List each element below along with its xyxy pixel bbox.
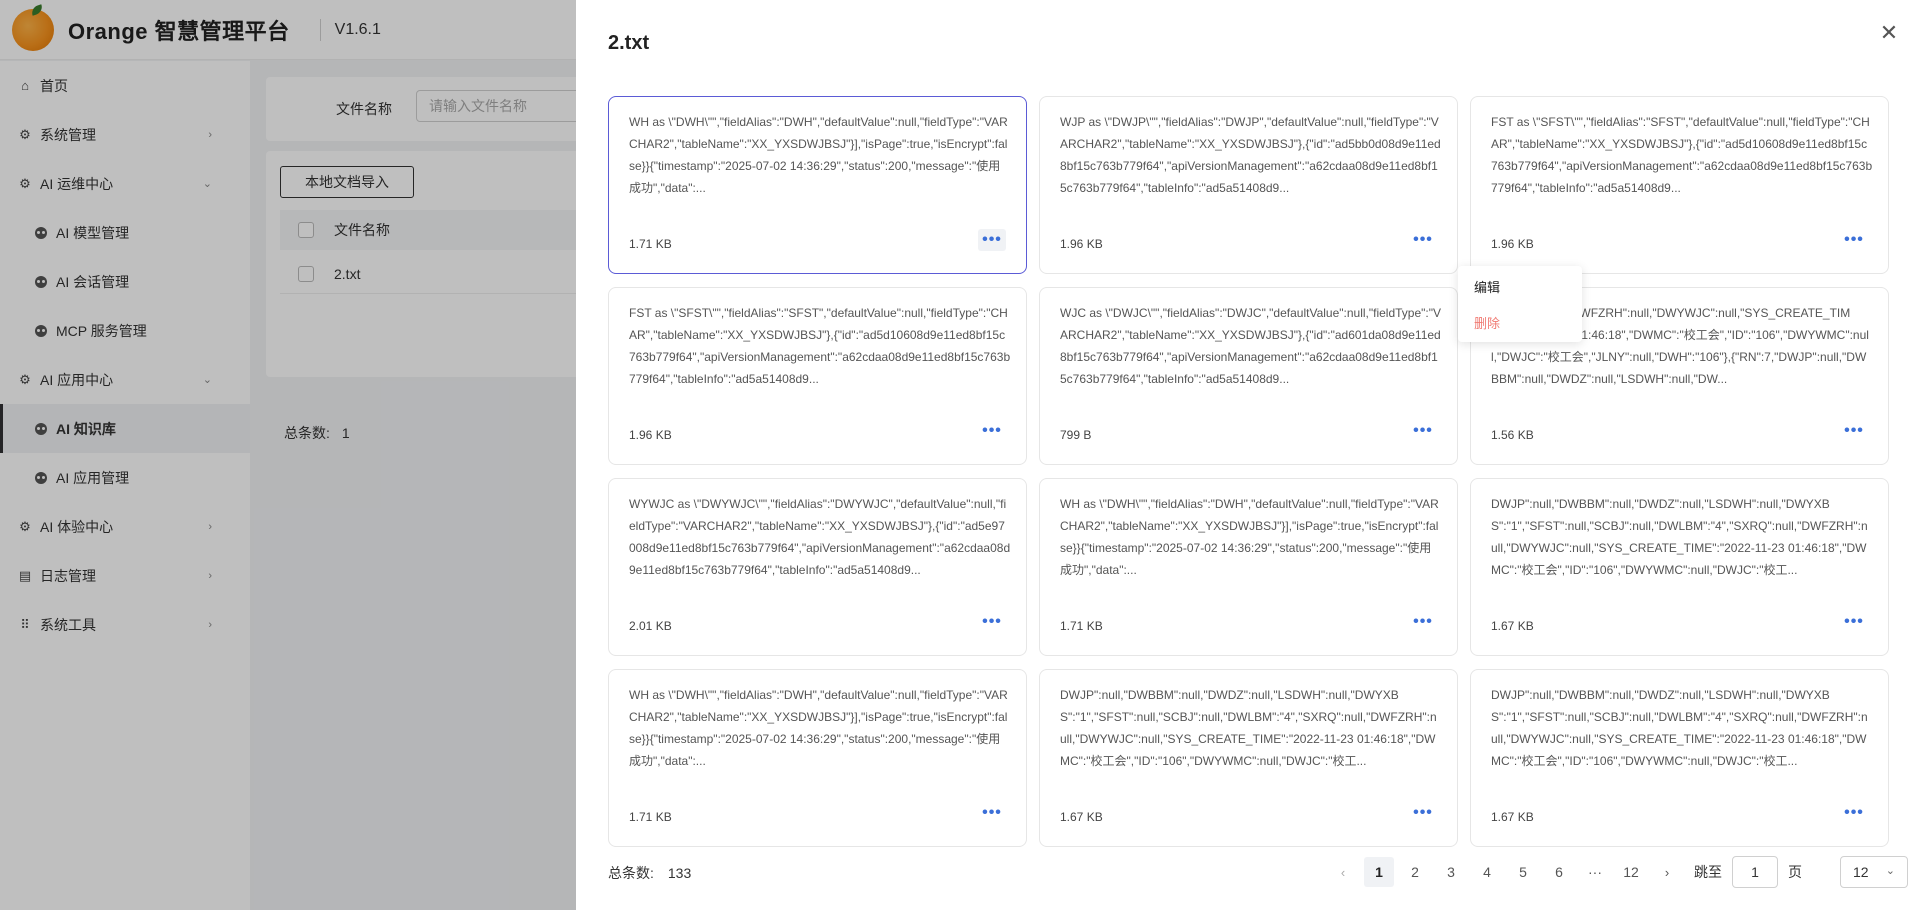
- page-suffix: 页: [1788, 864, 1802, 880]
- chunk-card[interactable]: FST as \"SFST\"","fieldAlias":"SFST","de…: [608, 287, 1027, 465]
- chunk-card[interactable]: WH as \"DWH\"","fieldAlias":"DWH","defau…: [608, 669, 1027, 847]
- chunk-text: WH as \"DWH\"","fieldAlias":"DWH","defau…: [629, 115, 1008, 195]
- page-button[interactable]: 6: [1544, 857, 1574, 887]
- chunk-size: 1.96 KB: [1491, 237, 1534, 251]
- chunk-text: WH as \"DWH\"","fieldAlias":"DWH","defau…: [1060, 497, 1439, 577]
- chunk-card[interactable]: WJC as \"DWJC\"","fieldAlias":"DWJC","de…: [1039, 287, 1458, 465]
- more-options-icon[interactable]: •••: [1840, 229, 1868, 251]
- chunk-text: DWJP":null,"DWBBM":null,"DWDZ":null,"LSD…: [1060, 688, 1437, 768]
- edit-menu-item[interactable]: 编辑: [1458, 268, 1582, 304]
- chunk-size: 1.71 KB: [1060, 619, 1103, 633]
- more-options-icon[interactable]: •••: [1409, 802, 1437, 824]
- file-detail-drawer: 2.txt ✕ WH as \"DWH\"","fieldAlias":"DWH…: [576, 0, 1920, 910]
- page-button[interactable]: 5: [1508, 857, 1538, 887]
- chunk-size: 1.96 KB: [1060, 237, 1103, 251]
- card-actions-dropdown: 编辑 删除: [1458, 266, 1582, 342]
- chunk-size: 1.71 KB: [629, 810, 672, 824]
- chunk-card[interactable]: WJP as \"DWJP\"","fieldAlias":"DWJP","de…: [1039, 96, 1458, 274]
- chunk-size: 2.01 KB: [629, 619, 672, 633]
- chunk-card[interactable]: WYWJC as \"DWYWJC\"","fieldAlias":"DWYWJ…: [608, 478, 1027, 656]
- chunk-card[interactable]: DWJP":null,"DWBBM":null,"DWDZ":null,"LSD…: [1039, 669, 1458, 847]
- page-jumper: 跳至 页: [1694, 856, 1802, 888]
- more-options-icon[interactable]: •••: [978, 420, 1006, 442]
- jump-page-input[interactable]: [1732, 856, 1778, 888]
- chunk-text: DWJP":null,"DWBBM":null,"DWDZ":null,"LSD…: [1491, 688, 1868, 768]
- chunk-card[interactable]: FST as \"SFST\"","fieldAlias":"SFST","de…: [1470, 96, 1889, 274]
- total-label: 总条数:: [608, 865, 654, 881]
- chunk-size: 1.67 KB: [1060, 810, 1103, 824]
- more-options-icon[interactable]: •••: [1840, 802, 1868, 824]
- drawer-total: 总条数: 133: [608, 863, 691, 883]
- page-button[interactable]: 2: [1400, 857, 1430, 887]
- page-button[interactable]: 12: [1616, 857, 1646, 887]
- chunk-card[interactable]: WH as \"DWH\"","fieldAlias":"DWH","defau…: [1039, 478, 1458, 656]
- chunk-size: 1.67 KB: [1491, 810, 1534, 824]
- more-options-icon[interactable]: •••: [1409, 420, 1437, 442]
- page-button[interactable]: 4: [1472, 857, 1502, 887]
- jump-label: 跳至: [1694, 864, 1722, 880]
- chunk-card[interactable]: DWJP":null,"DWBBM":null,"DWDZ":null,"LSD…: [1470, 669, 1889, 847]
- close-icon[interactable]: ✕: [1876, 20, 1902, 46]
- next-page-icon[interactable]: ›: [1652, 857, 1682, 887]
- pagination: ‹ 1 2 3 4 5 6 ··· 12 › 跳至 页 12 ⌄: [1328, 856, 1908, 888]
- page-size-value: 12: [1853, 864, 1869, 880]
- more-options-icon[interactable]: •••: [978, 229, 1006, 251]
- chunk-text: WJP as \"DWJP\"","fieldAlias":"DWJP","de…: [1060, 115, 1441, 195]
- total-value: 133: [667, 865, 692, 881]
- page-ellipsis[interactable]: ···: [1580, 857, 1610, 887]
- chunk-card[interactable]: DWJP":null,"DWBBM":null,"DWDZ":null,"LSD…: [1470, 478, 1889, 656]
- page-button[interactable]: 3: [1436, 857, 1466, 887]
- chunk-size: 1.67 KB: [1491, 619, 1534, 633]
- delete-menu-item[interactable]: 删除: [1458, 304, 1582, 340]
- more-options-icon[interactable]: •••: [1409, 229, 1437, 251]
- more-options-icon[interactable]: •••: [1840, 611, 1868, 633]
- prev-page-icon[interactable]: ‹: [1328, 857, 1358, 887]
- chunk-text: FST as \"SFST\"","fieldAlias":"SFST","de…: [629, 306, 1011, 386]
- chunk-size: 1.56 KB: [1491, 428, 1534, 442]
- more-options-icon[interactable]: •••: [1840, 420, 1868, 442]
- chunk-size: 1.96 KB: [629, 428, 672, 442]
- page-button[interactable]: 1: [1364, 857, 1394, 887]
- more-options-icon[interactable]: •••: [978, 802, 1006, 824]
- chunk-size: 1.71 KB: [629, 237, 672, 251]
- drawer-title: 2.txt: [608, 32, 650, 54]
- chunk-card-grid: WH as \"DWH\"","fieldAlias":"DWH","defau…: [608, 96, 1889, 847]
- more-options-icon[interactable]: •••: [978, 611, 1006, 633]
- chunk-text: WYWJC as \"DWYWJC\"","fieldAlias":"DWYWJ…: [629, 497, 1011, 577]
- chevron-down-icon: ⌄: [1885, 865, 1895, 877]
- chunk-size: 799 B: [1060, 428, 1092, 442]
- page-size-select[interactable]: 12 ⌄: [1840, 856, 1908, 888]
- chunk-text: FST as \"SFST\"","fieldAlias":"SFST","de…: [1491, 115, 1873, 195]
- more-options-icon[interactable]: •••: [1409, 611, 1437, 633]
- chunk-text: WJC as \"DWJC\"","fieldAlias":"DWJC","de…: [1060, 306, 1442, 386]
- chunk-text: WH as \"DWH\"","fieldAlias":"DWH","defau…: [629, 688, 1008, 768]
- chunk-card[interactable]: WH as \"DWH\"","fieldAlias":"DWH","defau…: [608, 96, 1027, 274]
- chunk-text: DWJP":null,"DWBBM":null,"DWDZ":null,"LSD…: [1491, 497, 1868, 577]
